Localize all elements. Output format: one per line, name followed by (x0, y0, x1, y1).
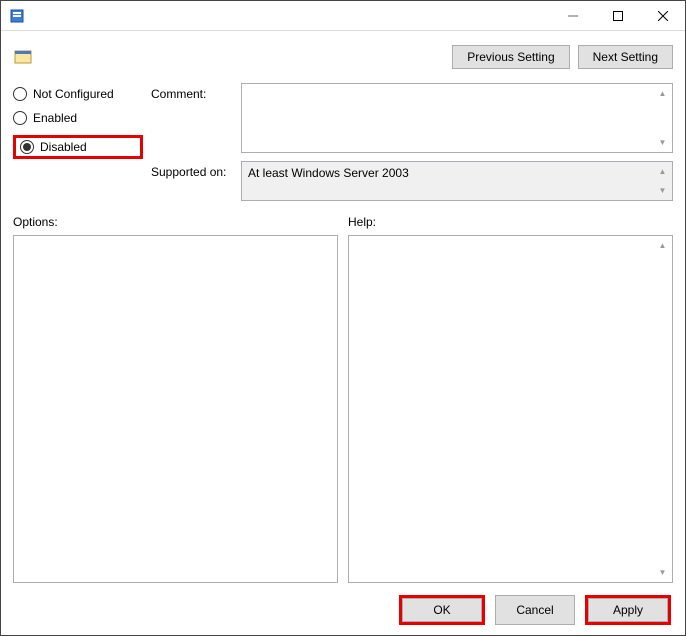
fields-column: Comment: ▲ ▼ Supported on: At least Wind… (151, 83, 673, 201)
titlebar (1, 1, 685, 31)
scroll-up-icon[interactable]: ▲ (654, 163, 671, 180)
app-icon (9, 8, 25, 24)
next-setting-button[interactable]: Next Setting (578, 45, 673, 69)
lower-section: Options: Help: ▲ ▼ (13, 215, 673, 583)
options-box[interactable] (13, 235, 338, 583)
comment-row: Comment: ▲ ▼ (151, 83, 673, 153)
scroll-down-icon[interactable]: ▼ (654, 182, 671, 199)
radio-group: Not Configured Enabled Disabled (13, 83, 143, 201)
radio-disabled[interactable]: Disabled (20, 140, 132, 154)
radio-not-configured[interactable]: Not Configured (13, 87, 143, 101)
minimize-button[interactable] (550, 1, 595, 31)
close-button[interactable] (640, 1, 685, 31)
scroll-up-icon[interactable]: ▲ (654, 85, 671, 102)
supported-textarea: At least Windows Server 2003 ▲ ▼ (241, 161, 673, 201)
scroll-down-icon[interactable]: ▼ (654, 564, 671, 581)
policy-dialog-window: Previous Setting Next Setting Not Config… (0, 0, 686, 636)
help-box[interactable]: ▲ ▼ (348, 235, 673, 583)
highlight-ok: OK (399, 595, 485, 625)
radio-enabled[interactable]: Enabled (13, 111, 143, 125)
scroll-up-icon[interactable]: ▲ (654, 237, 671, 254)
previous-setting-button[interactable]: Previous Setting (452, 45, 569, 69)
radio-icon (20, 140, 34, 154)
maximize-button[interactable] (595, 1, 640, 31)
help-label: Help: (348, 215, 673, 235)
comment-textarea[interactable]: ▲ ▼ (241, 83, 673, 153)
options-column: Options: (13, 215, 338, 583)
nav-buttons: Previous Setting Next Setting (452, 41, 673, 69)
ok-button[interactable]: OK (402, 598, 482, 622)
radio-icon (13, 87, 27, 101)
titlebar-controls (550, 1, 685, 30)
bottom-button-row: OK Cancel Apply (13, 591, 673, 625)
supported-label: Supported on: (151, 161, 235, 179)
policy-icon (13, 47, 33, 67)
highlight-apply: Apply (585, 595, 671, 625)
options-label: Options: (13, 215, 338, 235)
upper-section: Not Configured Enabled Disabled Comment: (13, 83, 673, 201)
highlight-disabled: Disabled (13, 135, 143, 159)
cancel-button[interactable]: Cancel (495, 595, 575, 625)
help-column: Help: ▲ ▼ (348, 215, 673, 583)
comment-label: Comment: (151, 83, 235, 101)
scroll-down-icon[interactable]: ▼ (654, 134, 671, 151)
supported-value: At least Windows Server 2003 (248, 166, 409, 180)
radio-icon (13, 111, 27, 125)
apply-button[interactable]: Apply (588, 598, 668, 622)
radio-label: Not Configured (33, 87, 114, 101)
header-row: Previous Setting Next Setting (13, 41, 673, 73)
radio-label: Enabled (33, 111, 77, 125)
supported-row: Supported on: At least Windows Server 20… (151, 161, 673, 201)
dialog-content: Previous Setting Next Setting Not Config… (1, 31, 685, 635)
radio-label: Disabled (40, 140, 87, 154)
